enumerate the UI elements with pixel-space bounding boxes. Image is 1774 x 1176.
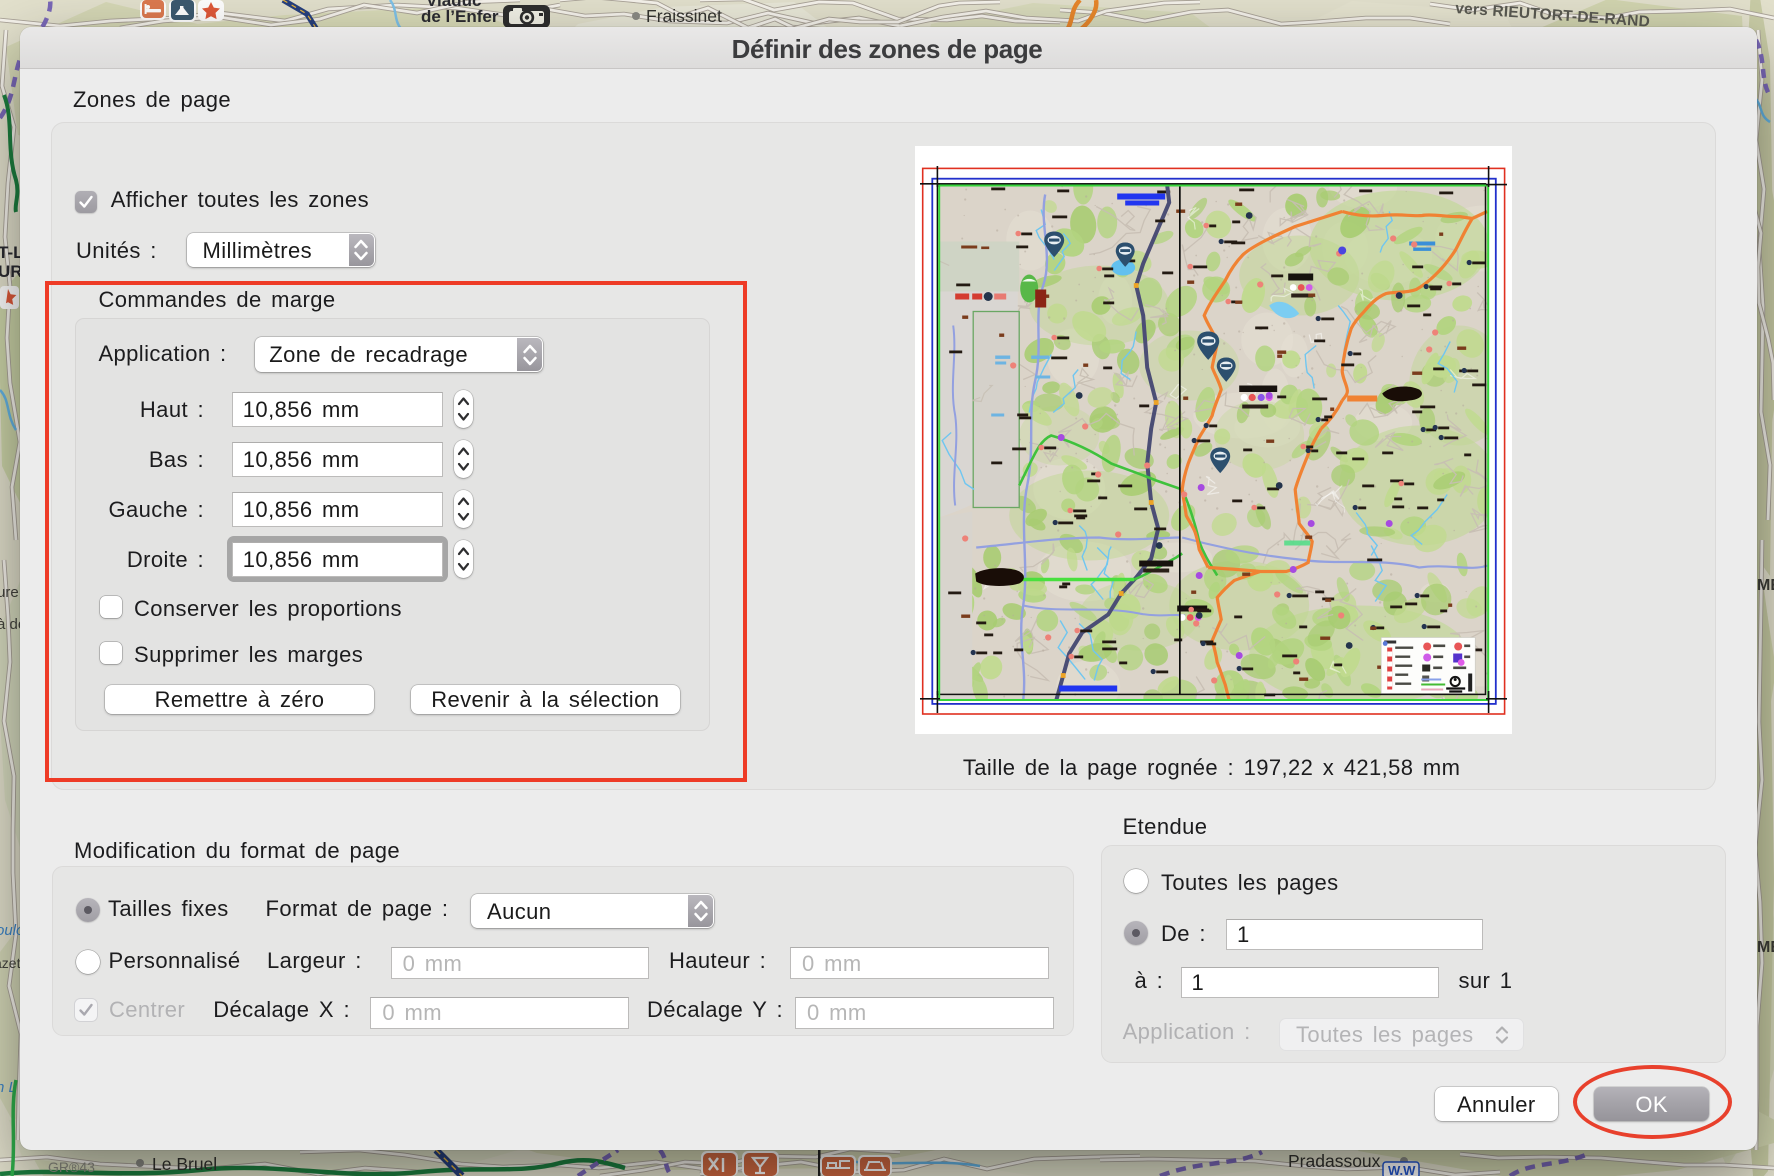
svg-text:GR®43: GR®43: [48, 1159, 95, 1175]
svg-text:W.W: W.W: [1388, 1163, 1416, 1176]
svg-text:Le Bruel: Le Bruel: [152, 1154, 217, 1174]
svg-text:Pradassoux: Pradassoux: [1288, 1151, 1381, 1171]
svg-text:de l’Enfer: de l’Enfer: [421, 7, 499, 26]
svg-text:Fraissinet: Fraissinet: [646, 6, 722, 26]
svg-text:ure: ure: [0, 584, 19, 601]
svg-text:ME: ME: [1757, 577, 1774, 594]
svg-text:ME: ME: [1757, 939, 1774, 956]
